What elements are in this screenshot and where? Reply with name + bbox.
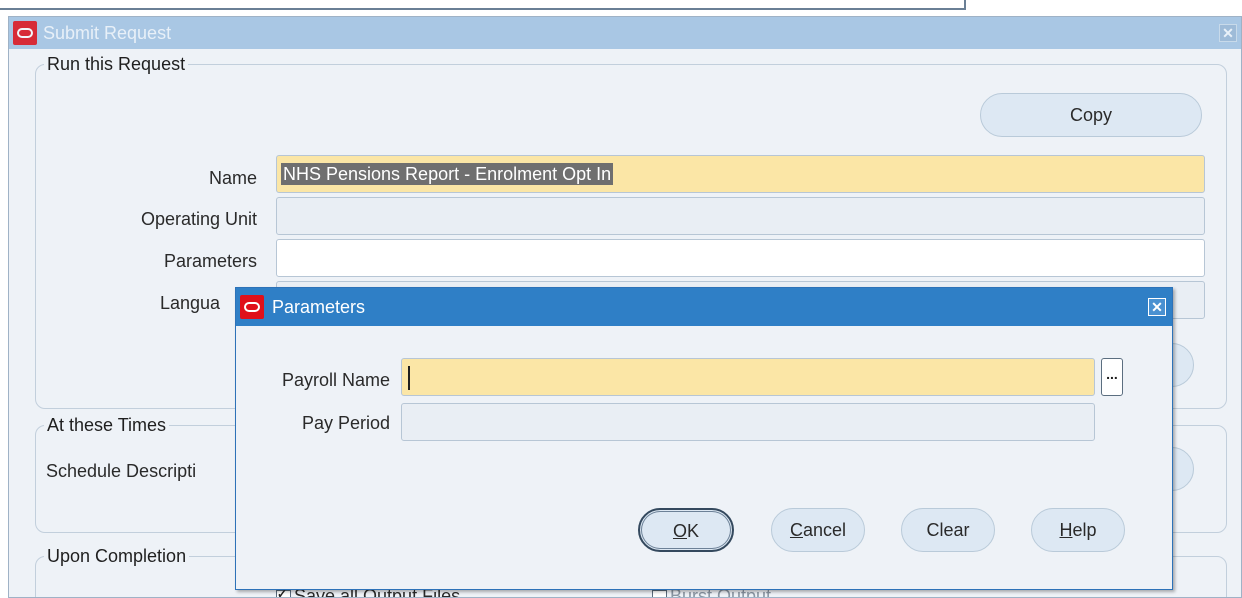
list-of-values-button[interactable]: ... <box>1101 358 1123 396</box>
window-title: Submit Request <box>43 23 172 43</box>
clear-label: Clear <box>926 520 970 540</box>
parameters-field[interactable] <box>276 239 1205 277</box>
language-label: Langua <box>160 293 221 313</box>
cancel-button[interactable]: Cancel <box>771 508 865 552</box>
oracle-logo-icon <box>240 295 264 319</box>
text-cursor <box>408 366 410 391</box>
schedule-description-label: Schedule Descripti <box>46 461 197 481</box>
request-name-value: NHS Pensions Report - Enrolment Opt In <box>281 163 614 185</box>
parameters-titlebar: Parameters ✕ <box>236 288 1172 326</box>
submit-request-titlebar: Submit Request ✕ <box>9 17 1241 49</box>
payroll-name-field[interactable] <box>401 358 1095 396</box>
ok-button[interactable]: OK <box>638 508 734 552</box>
help-mnemonic: H <box>1059 520 1073 540</box>
payroll-name-label: Payroll Name <box>281 370 390 390</box>
schedule-legend: At these Times <box>47 415 167 435</box>
oracle-logo-icon <box>13 21 37 45</box>
help-button[interactable]: Help <box>1031 508 1125 552</box>
checked-icon <box>276 587 291 597</box>
ok-mnemonic: O <box>672 521 687 541</box>
clear-button[interactable]: Clear <box>901 508 995 552</box>
copy-button[interactable]: Copy <box>980 93 1202 137</box>
pay-period-label: Pay Period <box>301 413 390 433</box>
ok-label-rest: K <box>687 521 700 541</box>
request-name-field[interactable]: NHS Pensions Report - Enrolment Opt In <box>276 155 1205 193</box>
parameters-label: Parameters <box>163 251 257 271</box>
background-window-corner <box>964 0 966 10</box>
close-icon[interactable]: ✕ <box>1219 24 1237 42</box>
operating-unit-field[interactable] <box>276 197 1205 235</box>
cancel-mnemonic: C <box>789 520 803 540</box>
help-label-rest: elp <box>1072 520 1097 540</box>
cancel-label-rest: ancel <box>802 520 847 540</box>
unchecked-icon <box>652 589 667 597</box>
dialog-title: Parameters <box>272 297 366 317</box>
close-icon[interactable]: ✕ <box>1148 298 1166 316</box>
pay-period-field[interactable] <box>401 403 1095 441</box>
parameters-dialog: Parameters ✕ Payroll Name ... Pay Period… <box>235 287 1173 590</box>
copy-button-label: Copy <box>1069 105 1113 125</box>
completion-legend: Upon Completion <box>47 546 187 566</box>
run-request-legend: Run this Request <box>47 54 186 74</box>
name-label: Name <box>208 168 257 188</box>
operating-unit-label: Operating Unit <box>140 209 257 229</box>
background-window-edge <box>0 8 966 10</box>
